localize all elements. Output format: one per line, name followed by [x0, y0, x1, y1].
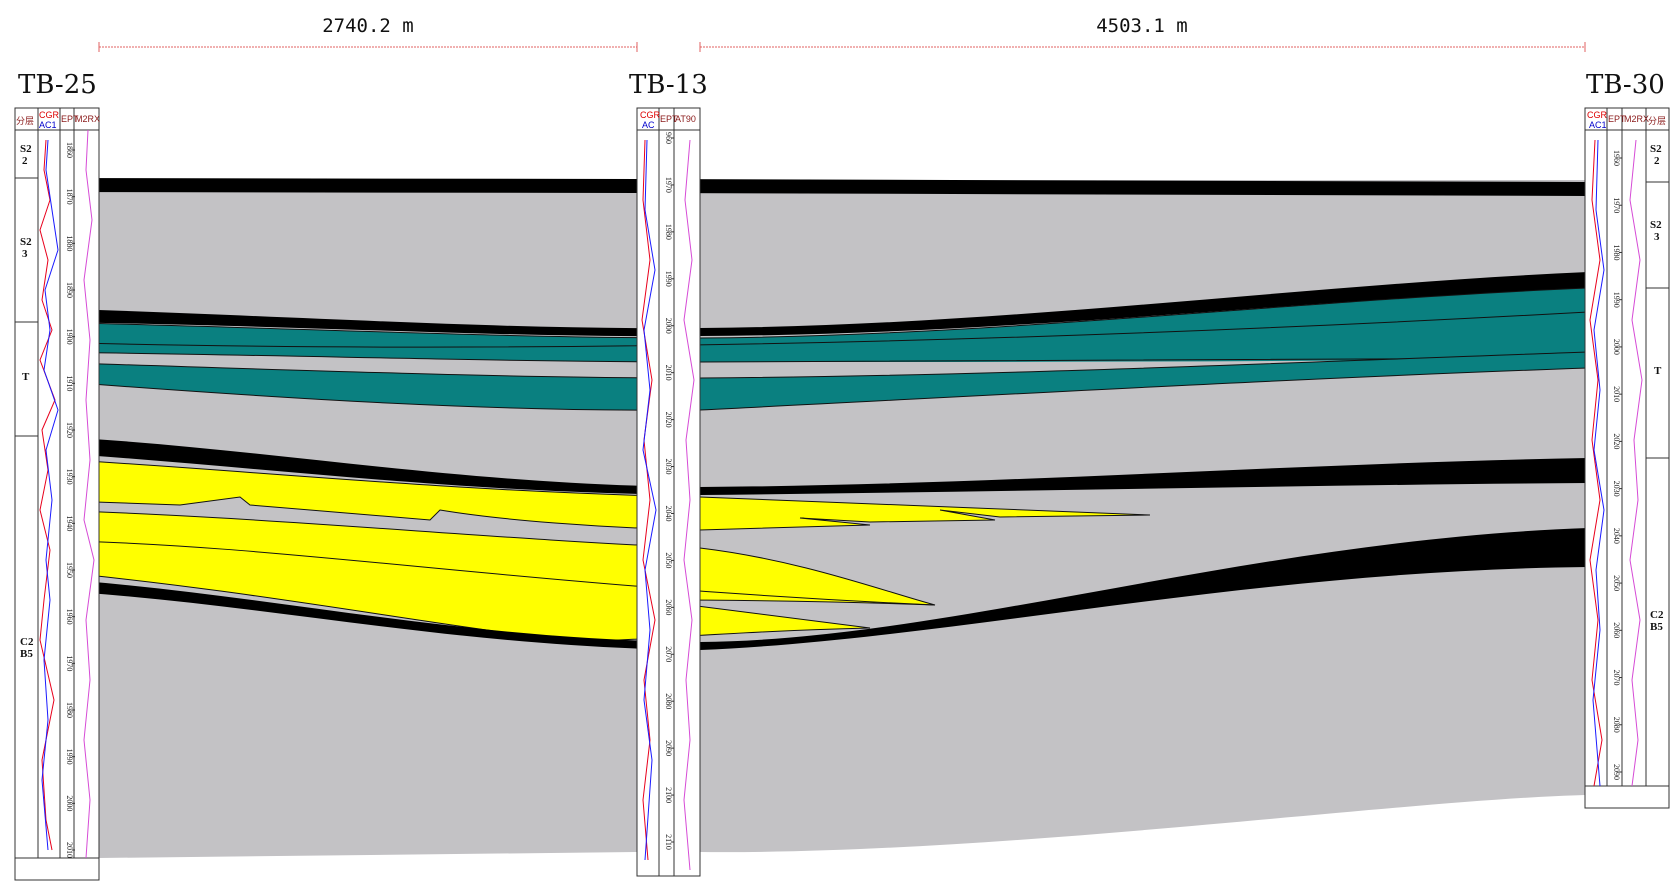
well-track-tb25: 分层 CGR AC1 EPT M2RX S2 2 S2 3 T C2 B5 18601… [14, 107, 100, 881]
well2-header-0: CGR [640, 110, 661, 120]
distance-label-1: 2740.2 m [322, 15, 414, 37]
well-correlation-section: 2740.2 m 4503.1 m TB-25 TB-13 TB-30 分层 C… [14, 15, 1670, 881]
well-track-tb13: CGR AC EPT AT90 960197019801990200020102… [636, 107, 701, 877]
well1-header-4: M2RX [75, 114, 100, 124]
well3-header-3: M2RX [1624, 114, 1649, 124]
well2-header-1: AC [642, 120, 655, 130]
well1-header-1: CGR [39, 110, 60, 120]
well3-header-0: CGR [1587, 110, 1608, 120]
well3-zone-c2b5: C2 B5 [1650, 609, 1664, 633]
well1-header-2: AC1 [39, 120, 57, 130]
well3-zone-t: T [1654, 365, 1662, 377]
well-track-tb30: CGR AC1 EPT M2RX 分层 S2 2 S2 3 T C2 B5 19601… [1584, 107, 1670, 809]
well2-header-3: AT90 [675, 114, 696, 124]
well-name-tb25: TB-25 [18, 70, 97, 100]
distance-label-2: 4503.1 m [1096, 15, 1188, 37]
well-name-tb30: TB-30 [1586, 70, 1665, 100]
well1-zone-c2b5: C2 B5 [20, 636, 34, 660]
distance-ruler-2: 4503.1 m [699, 15, 1586, 52]
well1-header-0: 分层 [16, 116, 34, 126]
well3-header-4: 分层 [1648, 116, 1666, 126]
well3-header-1: AC1 [1589, 120, 1607, 130]
well-name-tb13: TB-13 [629, 70, 708, 100]
distance-ruler-1: 2740.2 m [98, 15, 638, 52]
well1-zone-t: T [22, 371, 30, 383]
